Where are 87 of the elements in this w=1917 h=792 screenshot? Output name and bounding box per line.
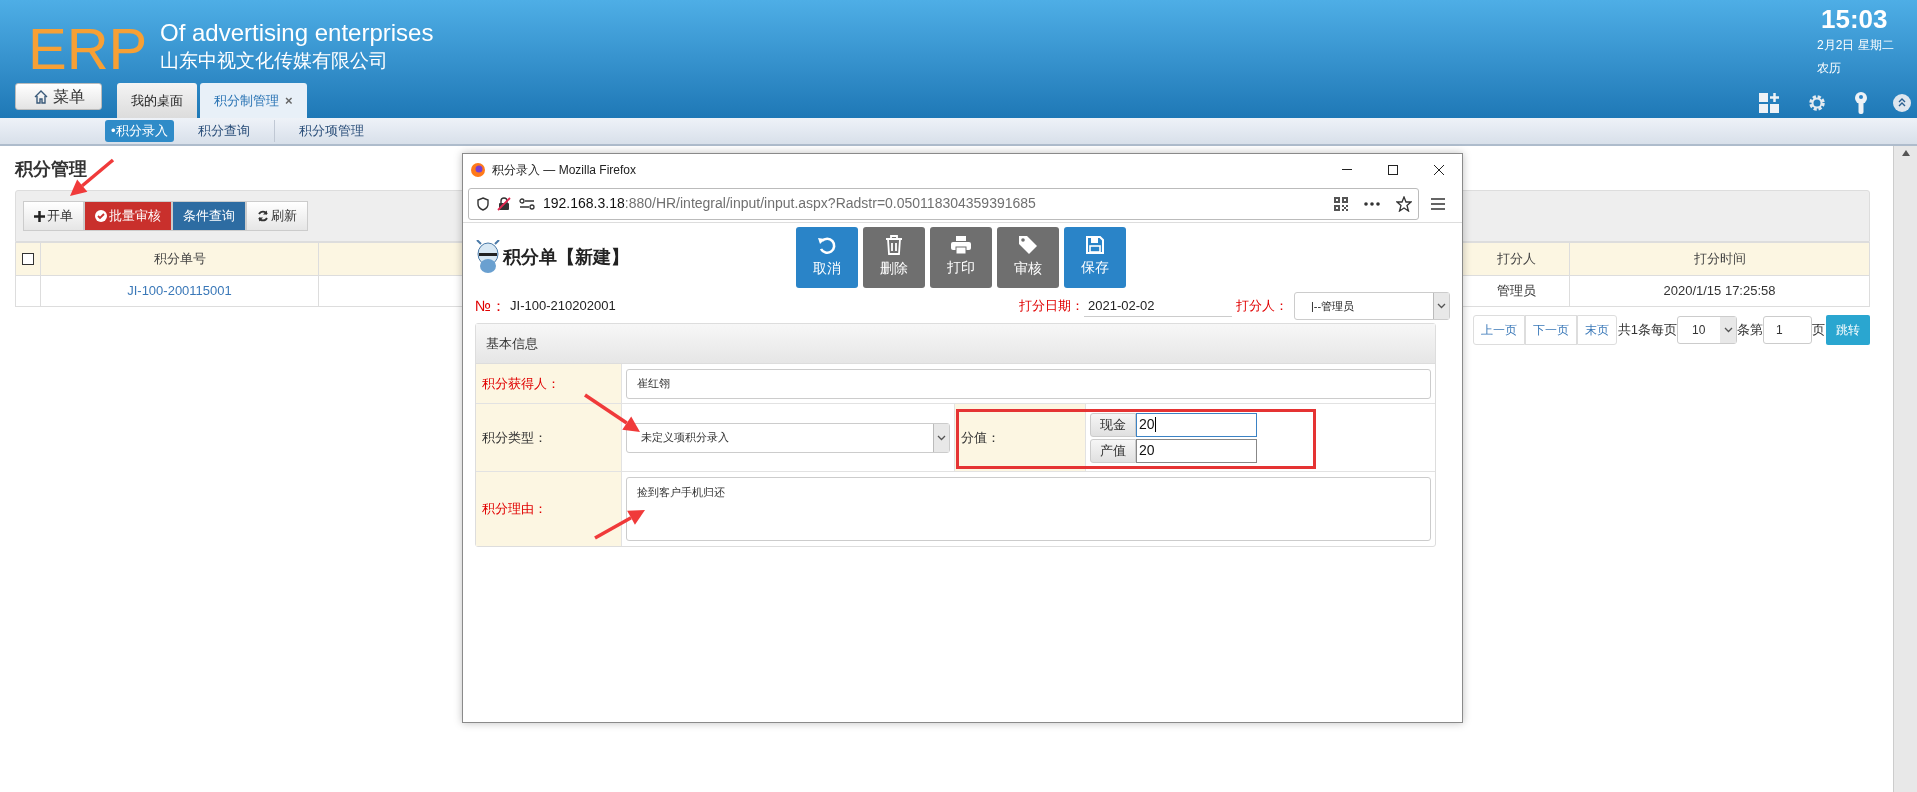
select-all-checkbox[interactable] (22, 253, 34, 265)
key-icon[interactable] (1854, 92, 1868, 114)
toolbar-button[interactable]: 开单 (23, 201, 84, 231)
scroll-up-icon[interactable] (1901, 150, 1910, 156)
scrollbar[interactable] (1893, 146, 1917, 792)
subnav-item[interactable]: 积分查询 (173, 120, 275, 142)
date-label: 打分日期： (1019, 297, 1084, 316)
last-page-link[interactable]: 末页 (1576, 315, 1617, 345)
field-label: 积分获得人： (482, 374, 560, 393)
field-label: 分值： (961, 428, 1000, 447)
page-title: 积分管理 (15, 158, 87, 180)
column-header: 打分人 (1496, 251, 1536, 267)
order-number: JI-100-210202001 (510, 297, 616, 316)
qr-code-icon[interactable] (1334, 196, 1348, 211)
scorer-label: 打分人： (1236, 297, 1288, 316)
company-name: 山东中视文化传媒有限公司 (160, 49, 389, 73)
subnav-item[interactable]: 积分项管理 (274, 120, 388, 142)
reason-textarea[interactable]: 捡到客户手机归还 (626, 477, 1431, 541)
scorer-select[interactable]: |--管理员 (1294, 292, 1450, 320)
table-cell: 管理员 (1496, 283, 1536, 299)
total-label: 共1条每页 (1617, 321, 1677, 340)
menu-button[interactable]: 菜单 (15, 83, 102, 110)
prev-page-link[interactable]: 上一页 (1472, 315, 1525, 345)
tag-icon (1018, 235, 1038, 255)
printer-icon (951, 236, 971, 254)
page-suffix-label: 页 (1812, 321, 1825, 340)
check-circle-icon (95, 210, 107, 222)
permissions-icon[interactable] (519, 197, 535, 210)
recipient-field[interactable]: 崔红翎 (626, 368, 1431, 399)
column-header: 打分时间 (1693, 251, 1746, 267)
score-field[interactable]: 20 (1136, 412, 1257, 437)
column-header: 积分单号 (153, 251, 206, 267)
score-addon: 产值 (1090, 438, 1136, 463)
home-icon (32, 88, 49, 105)
tab-close-button[interactable]: × (285, 90, 293, 111)
clock-time: 15:03 (1820, 4, 1889, 34)
toolbar-button[interactable]: 批量审核 (84, 201, 172, 231)
menu-icon[interactable] (1431, 197, 1445, 210)
toolbar-button[interactable]: 刷新 (246, 201, 308, 231)
type-select[interactable]: 未定义项积分录入 (626, 422, 950, 453)
date-field[interactable]: 2021-02-02 (1084, 295, 1232, 317)
browser-logo-icon (471, 162, 485, 177)
plus-icon (34, 210, 45, 222)
action-button[interactable]: 打印 (930, 226, 992, 288)
action-button[interactable]: 保存 (1064, 226, 1126, 288)
slogan: Of advertising enterprises (160, 18, 434, 48)
score-addon: 现金 (1090, 412, 1136, 437)
star-icon[interactable] (1396, 195, 1412, 212)
action-button[interactable]: 删除 (863, 226, 925, 288)
refresh-icon (257, 210, 269, 222)
field-label: 积分理由： (482, 500, 547, 519)
add-widget-icon[interactable] (1759, 93, 1780, 113)
subnav-item[interactable]: •积分录入 (105, 120, 174, 142)
erp-logo: ERP (28, 18, 149, 78)
annotation-arrow (594, 510, 645, 540)
insecure-lock-icon[interactable] (497, 196, 511, 211)
window-title: 积分录入 — Mozilla Firefox (492, 161, 637, 179)
trash-icon (885, 235, 903, 255)
close-icon[interactable] (1434, 164, 1444, 175)
page-label: 条第 (1737, 321, 1763, 340)
annotation-arrow (584, 393, 640, 432)
tab[interactable]: 我的桌面 (117, 83, 197, 118)
next-page-link[interactable]: 下一页 (1524, 315, 1577, 345)
collapse-icon[interactable] (1893, 94, 1911, 112)
annotation-arrow (70, 158, 115, 196)
form-title: 积分单【新建】 (503, 245, 629, 269)
page-size-select[interactable]: 10 (1677, 316, 1737, 344)
table-cell: 2020/1/15 17:25:58 (1663, 283, 1776, 299)
shield-icon[interactable] (477, 196, 489, 211)
mascot-logo-icon (475, 240, 501, 274)
score-field[interactable]: 20 (1136, 438, 1257, 463)
more-icon[interactable] (1364, 201, 1380, 206)
toolbar-button[interactable]: 条件查询 (172, 201, 246, 231)
undo-icon (817, 235, 837, 255)
action-button[interactable]: 审核 (997, 226, 1059, 288)
action-button[interactable]: 取消 (796, 226, 858, 288)
page-number-field[interactable]: 1 (1763, 316, 1812, 344)
number-label: №： (475, 295, 507, 316)
clock-date: 2月2日 星期二 (1817, 37, 1895, 54)
order-number-link[interactable]: JI-100-200115001 (127, 283, 232, 299)
tab[interactable]: 积分制管理 × (200, 83, 307, 118)
settings-icon[interactable] (1807, 93, 1827, 113)
section-header: 基本信息 (476, 324, 1435, 364)
address-field[interactable]: 192.168.3.18:880/HR/integral/input/input.aspx?Radstr=0.050118304359391685 (468, 187, 1419, 220)
field-label: 积分类型： (482, 428, 547, 447)
maximize-icon[interactable] (1388, 164, 1398, 175)
lunar-date: 农历 (1817, 60, 1842, 77)
